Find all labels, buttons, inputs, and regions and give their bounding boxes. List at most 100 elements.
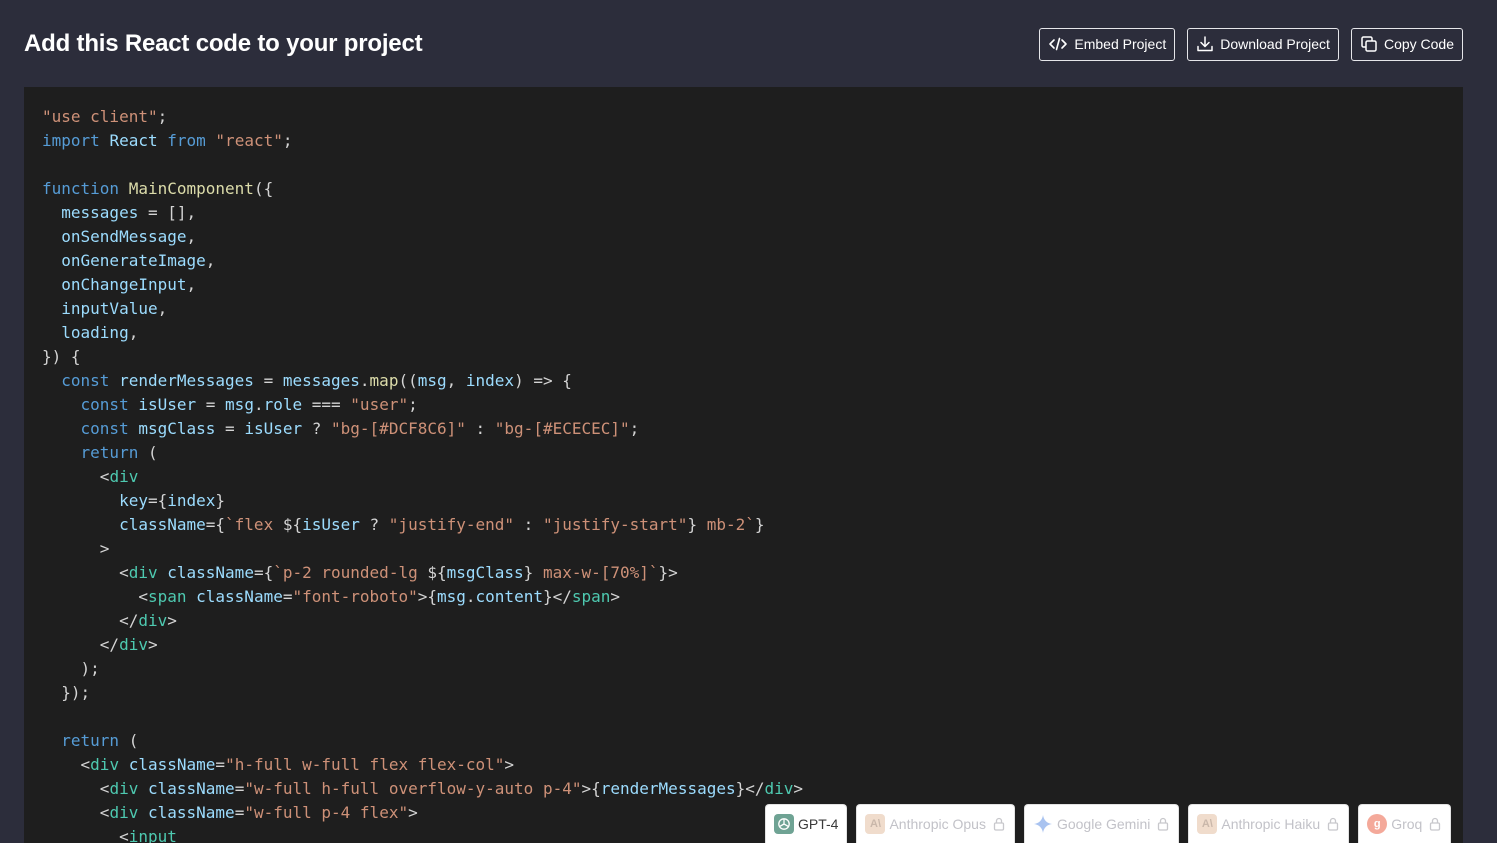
code-line: onChangeInput, [42,273,1445,297]
code-line: onGenerateImage, [42,249,1445,273]
code-line: }) { [42,345,1445,369]
copy-code-label: Copy Code [1383,36,1454,52]
code-token: }) { [42,347,81,366]
download-icon [1196,35,1214,53]
code-token: msgClass [446,563,524,582]
code-token: className [167,563,254,582]
code-icon [1048,36,1068,52]
code-token: ) => { [514,371,572,390]
code-token: . [253,395,264,414]
code-line: import React from "react"; [42,129,1445,153]
code-token: "justify-end" [388,515,515,534]
code-token: } [215,491,226,510]
code-token: return [80,443,139,462]
code-token: div [109,803,139,822]
code-token: === [302,395,351,414]
code-token: , [128,323,139,342]
code-token: = [215,755,226,774]
code-token: < [42,587,148,606]
code-token: div [119,635,148,654]
code-token: ( [119,731,139,750]
code-token: , [446,371,466,390]
code-token: "font-roboto" [292,587,418,606]
code-line: loading, [42,321,1445,345]
code-token: onChangeInput [61,275,187,294]
groq-icon: g [1367,814,1388,834]
code-line: const renderMessages = messages.map((msg… [42,369,1445,393]
code-token: ); [42,659,100,678]
code-token: ; [408,395,418,414]
model-tab-anthropic-opus[interactable]: A\ Anthropic Opus [856,804,1015,843]
code-token: const [80,419,129,438]
code-token: > [167,611,177,630]
code-token: "bg-[#DCF8C6]" [331,419,466,438]
model-tab-label: Google Gemini [1056,816,1151,832]
code-token: return [61,731,120,750]
code-token: < [42,755,91,774]
code-token: ({ [253,179,274,198]
code-token: "use client" [42,107,158,126]
embed-project-button[interactable]: Embed Project [1039,27,1176,61]
model-tab-groq[interactable]: g Groq [1358,804,1452,843]
code-block[interactable]: "use client"; import React from "react"; … [24,87,1463,843]
model-tab-label: Anthropic Haiku [1221,816,1321,832]
code-line: onSendMessage, [42,225,1445,249]
code-token: from [167,131,206,150]
code-token: const [61,371,110,390]
model-tab-google-gemini[interactable]: Google Gemini [1023,804,1180,843]
code-line: inputValue, [42,297,1445,321]
code-token: renderMessages [119,371,254,390]
code-token: }> [658,563,678,582]
code-content: "use client"; import React from "react"; … [24,87,1463,843]
code-token: = [], [138,203,197,222]
code-line: function MainComponent({ [42,177,1445,201]
code-token: inputValue [61,299,158,318]
code-token: . [359,371,370,390]
code-token: = [196,395,226,414]
code-line: const isUser = msg.role === "user"; [42,393,1445,417]
model-selector: GPT-4 A\ Anthropic Opus Google Gemini A\… [765,804,1452,843]
code-token: React [109,131,158,150]
code-token: className [147,779,235,798]
code-line: messages = [], [42,201,1445,225]
code-token: , [205,251,216,270]
model-tab-anthropic-haiku[interactable]: A\ Anthropic Haiku [1188,804,1350,843]
code-token: div [138,611,168,630]
code-token: , [157,299,168,318]
code-token: : [465,419,495,438]
code-token: < [42,827,129,843]
lock-icon [1326,817,1340,831]
code-line: <div className={`p-2 rounded-lg ${msgCla… [42,561,1445,585]
code-token: content [475,587,543,606]
code-token: span [571,587,611,606]
gemini-icon [1033,814,1053,834]
download-project-button[interactable]: Download Project [1187,27,1339,61]
code-token: msg [417,371,447,390]
model-tab-gpt-4[interactable]: GPT-4 [765,804,848,843]
code-line: </div> [42,633,1445,657]
code-token: isUser [244,419,303,438]
code-token: span [147,587,187,606]
code-line: <span className="font-roboto">{msg.conte… [42,585,1445,609]
code-token: >{ [581,779,601,798]
code-token: onGenerateImage [61,251,206,270]
code-token: index [167,491,216,510]
code-token: ? [302,419,332,438]
code-token: < [42,779,110,798]
code-line: <div [42,465,1445,489]
copy-code-button[interactable]: Copy Code [1350,27,1463,61]
code-token: role [263,395,303,414]
code-line: return ( [42,441,1445,465]
